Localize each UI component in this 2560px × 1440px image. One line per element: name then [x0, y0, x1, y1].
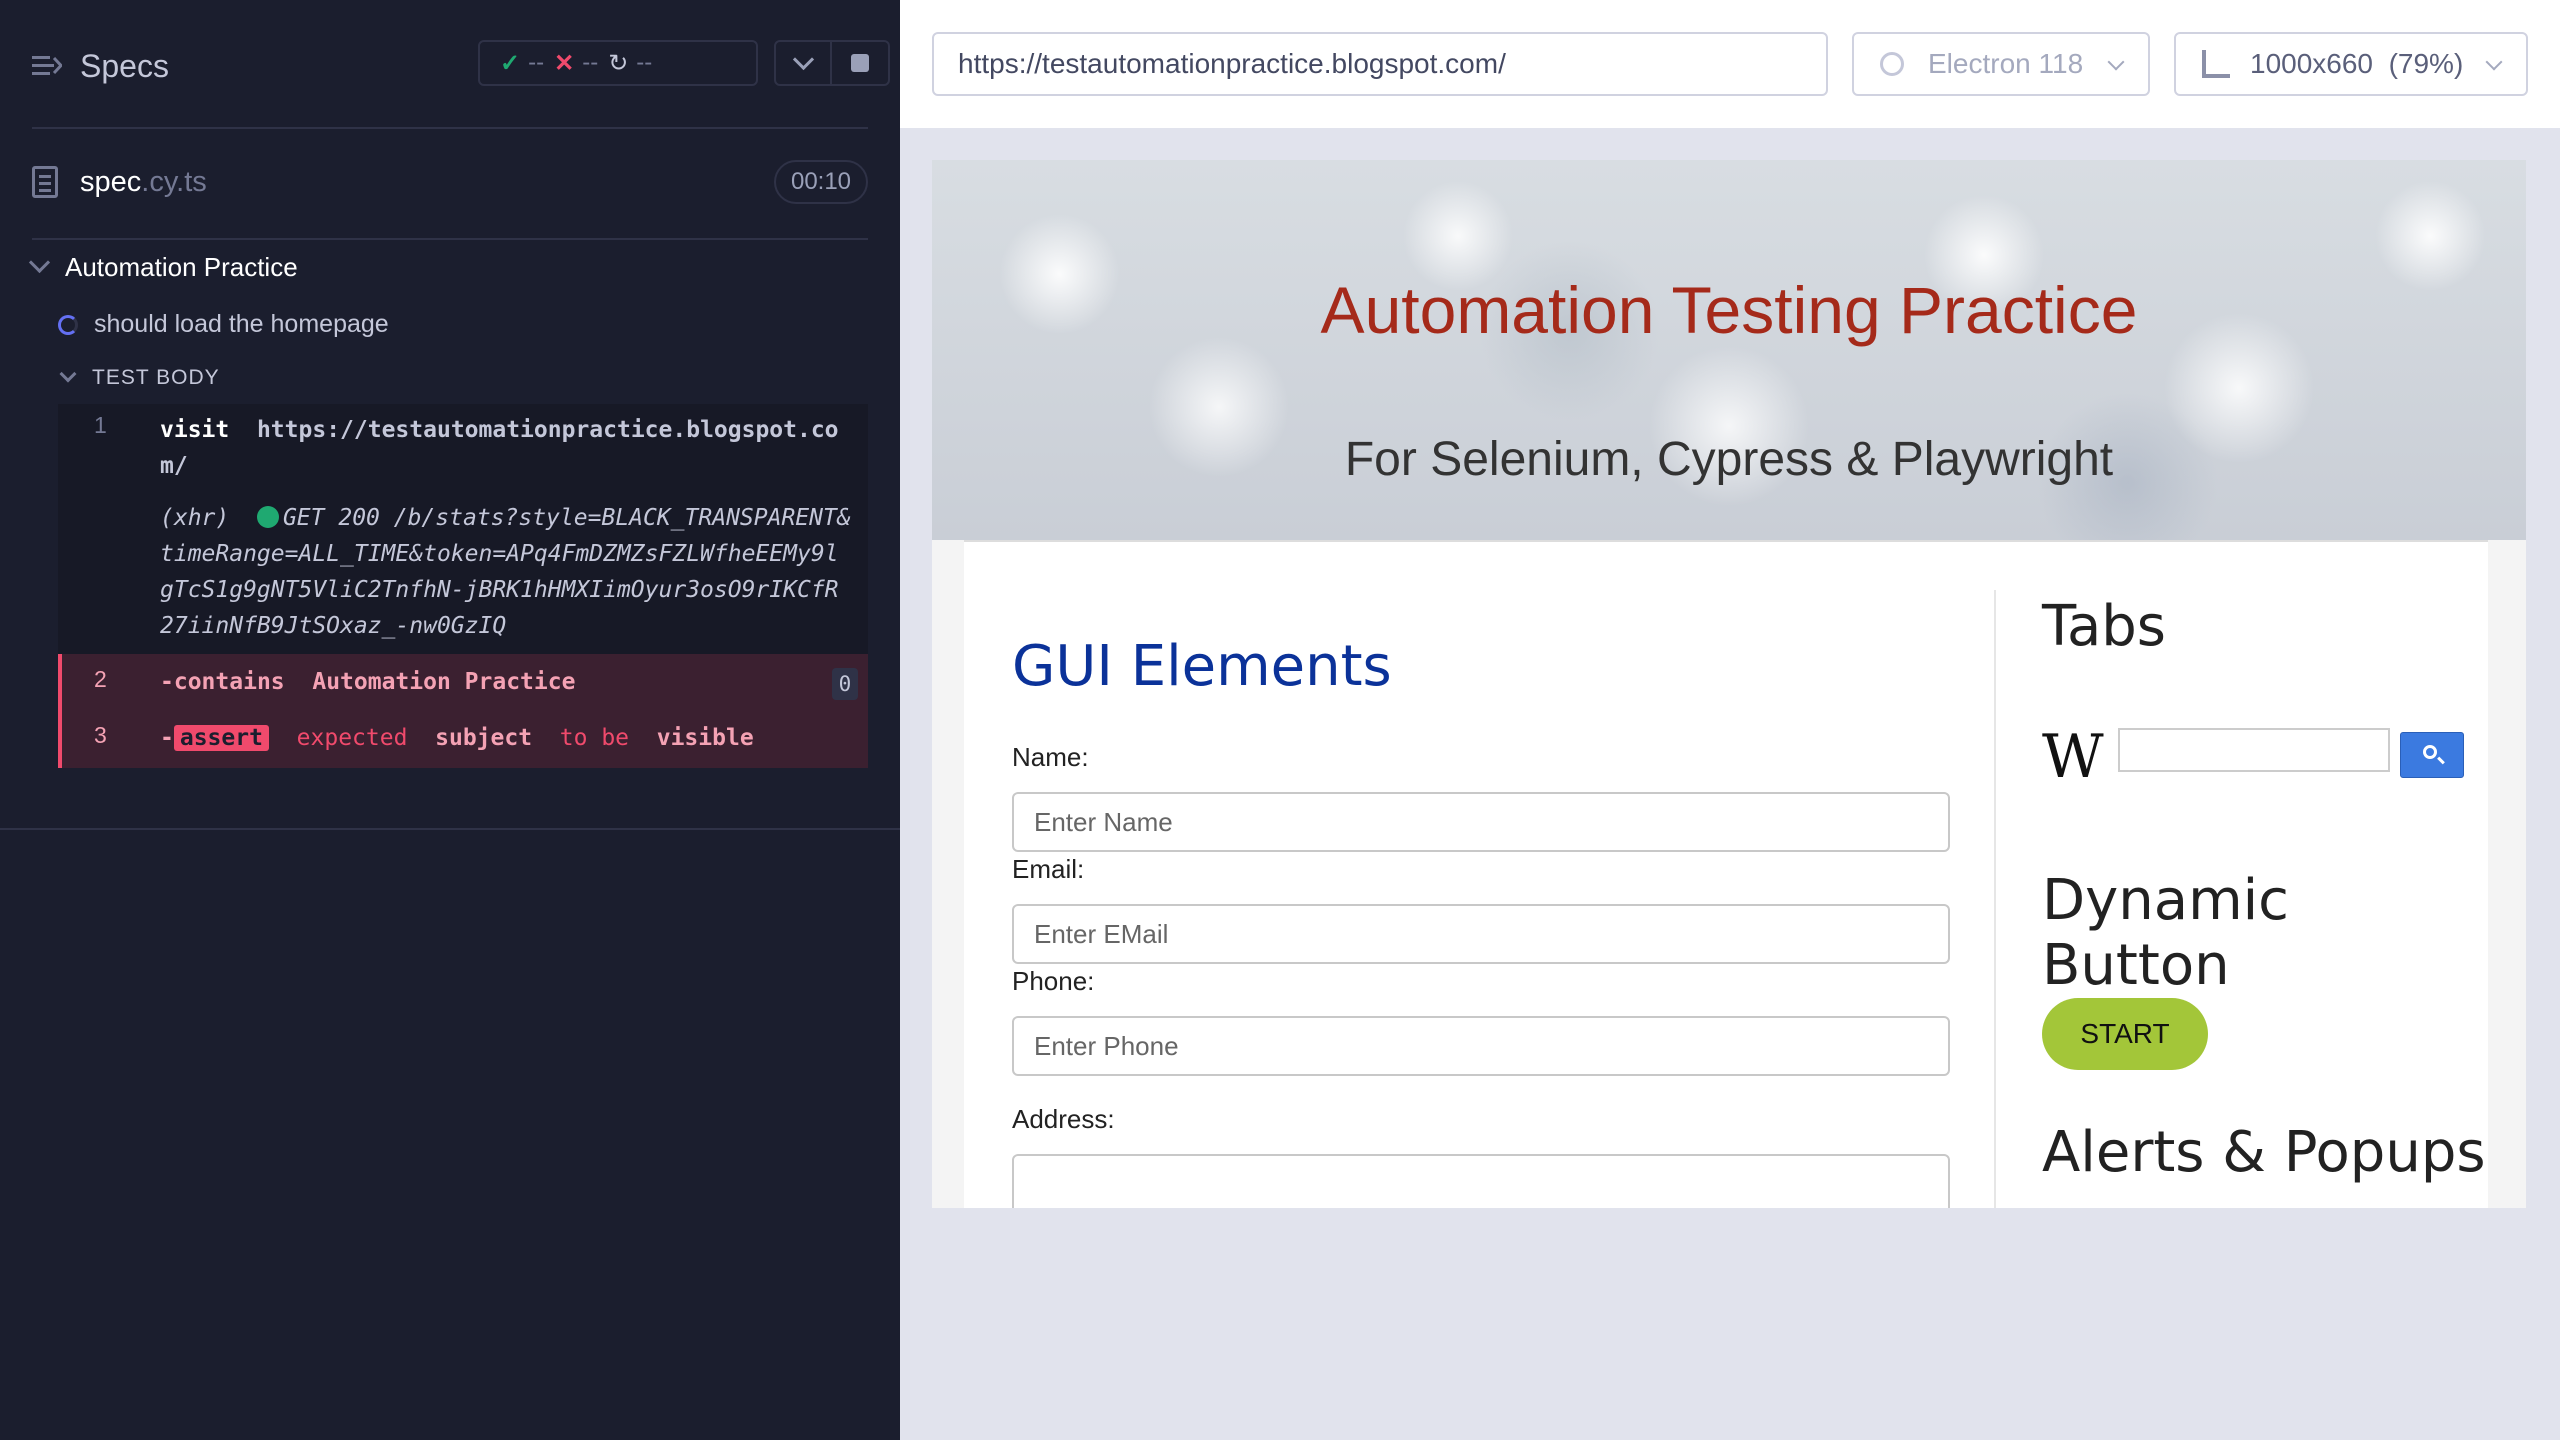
xhr-label: (xhr) — [160, 505, 230, 531]
email-input[interactable]: Enter EMail — [1012, 904, 1950, 964]
command-log-panel: Specs ✓ -- ✕ -- ↻ -- spec.cy.ts 00:10 Autom… — [0, 0, 900, 1440]
command-number: 1 — [94, 412, 107, 438]
failed-count: -- — [582, 49, 599, 76]
test-body-header[interactable]: TEST BODY — [59, 365, 220, 390]
suite-title[interactable]: Automation Practice — [28, 251, 298, 283]
command-row-contains[interactable]: 2 -contains Automation Practice 0 — [58, 654, 868, 712]
cross-icon: ✕ — [554, 49, 575, 77]
command-name: contains — [173, 669, 285, 695]
ruler-icon — [2202, 50, 2230, 78]
specs-header: Specs ✓ -- ✕ -- ↻ -- — [32, 36, 890, 96]
status-dot-icon — [256, 506, 279, 528]
wikipedia-search-input[interactable] — [2118, 728, 2390, 772]
electron-icon — [1880, 52, 1904, 76]
preview-toolbar: https://testautomationpractice.blogspot.… — [900, 0, 2560, 128]
expand-dropdown-button[interactable] — [774, 40, 832, 86]
viewport-selector[interactable]: 1000x660 (79%) — [2174, 32, 2528, 96]
phone-input[interactable]: Enter Phone — [1012, 1016, 1950, 1076]
command-row-visit[interactable]: 1 visit https://testautomationpractice.b… — [58, 404, 868, 484]
address-label: Address: — [1012, 1104, 1115, 1134]
stop-icon — [851, 54, 869, 72]
chevron-down-icon — [59, 365, 77, 383]
running-spinner-icon — [58, 314, 78, 335]
command-number: 3 — [94, 722, 107, 748]
assert-badge: assert — [173, 725, 269, 751]
command-arg: https://testautomationpractice.blogspot.… — [160, 417, 839, 479]
name-label: Name: — [1012, 742, 1089, 772]
spec-file-name: spec.cy.ts — [80, 166, 207, 198]
divider — [0, 828, 900, 830]
main-content: GUI Elements Name: Enter Name Email: Ent… — [964, 540, 2488, 1208]
duration-badge: 00:10 — [774, 160, 868, 204]
phone-label: Phone: — [1012, 966, 1095, 996]
page-title: Automation Testing Practice — [1320, 273, 2138, 347]
passed-count: -- — [528, 49, 545, 76]
check-icon: ✓ — [500, 49, 521, 77]
preview-panel: https://testautomationpractice.blogspot.… — [900, 0, 2560, 1440]
app-under-test-frame: Automation Testing Practice For Selenium… — [932, 160, 2526, 1208]
element-count-badge: 0 — [832, 668, 858, 700]
divider — [32, 238, 868, 240]
pending-count: -- — [636, 49, 653, 76]
viewport-size: 1000x660 — [2250, 48, 2374, 79]
specs-title[interactable]: Specs — [80, 48, 169, 85]
address-textarea[interactable] — [1012, 1154, 1950, 1208]
spec-file-row[interactable]: spec.cy.ts 00:10 — [32, 160, 868, 208]
command-list: 1 visit https://testautomationpractice.b… — [58, 404, 868, 768]
chevron-down-icon — [792, 48, 814, 70]
browser-selector[interactable]: Electron 118 — [1852, 32, 2150, 96]
browser-label: Electron 118 — [1928, 48, 2084, 79]
url-bar[interactable]: https://testautomationpractice.blogspot.… — [932, 32, 1828, 96]
specs-menu-icon[interactable] — [32, 52, 62, 80]
name-input[interactable]: Enter Name — [1012, 792, 1950, 852]
passed-stat: ✓ -- — [500, 49, 544, 78]
column-divider — [1994, 590, 1996, 1208]
tabs-heading: Tabs — [2042, 594, 2166, 659]
command-number: 2 — [94, 666, 107, 692]
search-icon — [2423, 745, 2437, 759]
command-row-xhr[interactable]: (xhr) GET 200 /b/stats?style=BLACK_TRANS… — [58, 484, 868, 654]
viewport-scale: (79%) — [2388, 48, 2464, 79]
dynamic-button-heading: Dynamic Button — [2042, 868, 2289, 998]
chevron-down-icon — [2107, 53, 2125, 71]
hero-banner: Automation Testing Practice For Selenium… — [932, 160, 2526, 540]
spinner-icon: ↻ — [608, 49, 629, 77]
command-arg: Automation Practice — [312, 669, 576, 695]
wikipedia-search-button[interactable] — [2400, 732, 2464, 778]
alerts-heading: Alerts & Popups — [2042, 1120, 2486, 1185]
failed-stat: ✕ -- — [554, 49, 598, 78]
stop-button[interactable] — [832, 40, 890, 86]
wikipedia-logo-icon: W — [2042, 722, 2104, 792]
chevron-down-icon — [28, 251, 51, 274]
chevron-down-icon — [2485, 53, 2503, 71]
page-subtitle: For Selenium, Cypress & Playwright — [1344, 433, 2114, 486]
command-name: visit — [160, 417, 230, 443]
pending-stat: ↻ -- — [608, 49, 652, 78]
divider — [32, 127, 868, 129]
email-label: Email: — [1012, 854, 1085, 884]
test-stats: ✓ -- ✕ -- ↻ -- — [478, 40, 758, 86]
test-title[interactable]: should load the homepage — [58, 310, 389, 339]
start-button[interactable]: START — [2042, 998, 2208, 1070]
document-icon — [32, 166, 58, 198]
command-row-assert[interactable]: 3 - assert expected subject to be visible — [58, 712, 868, 768]
gui-elements-heading: GUI Elements — [1012, 634, 1392, 699]
